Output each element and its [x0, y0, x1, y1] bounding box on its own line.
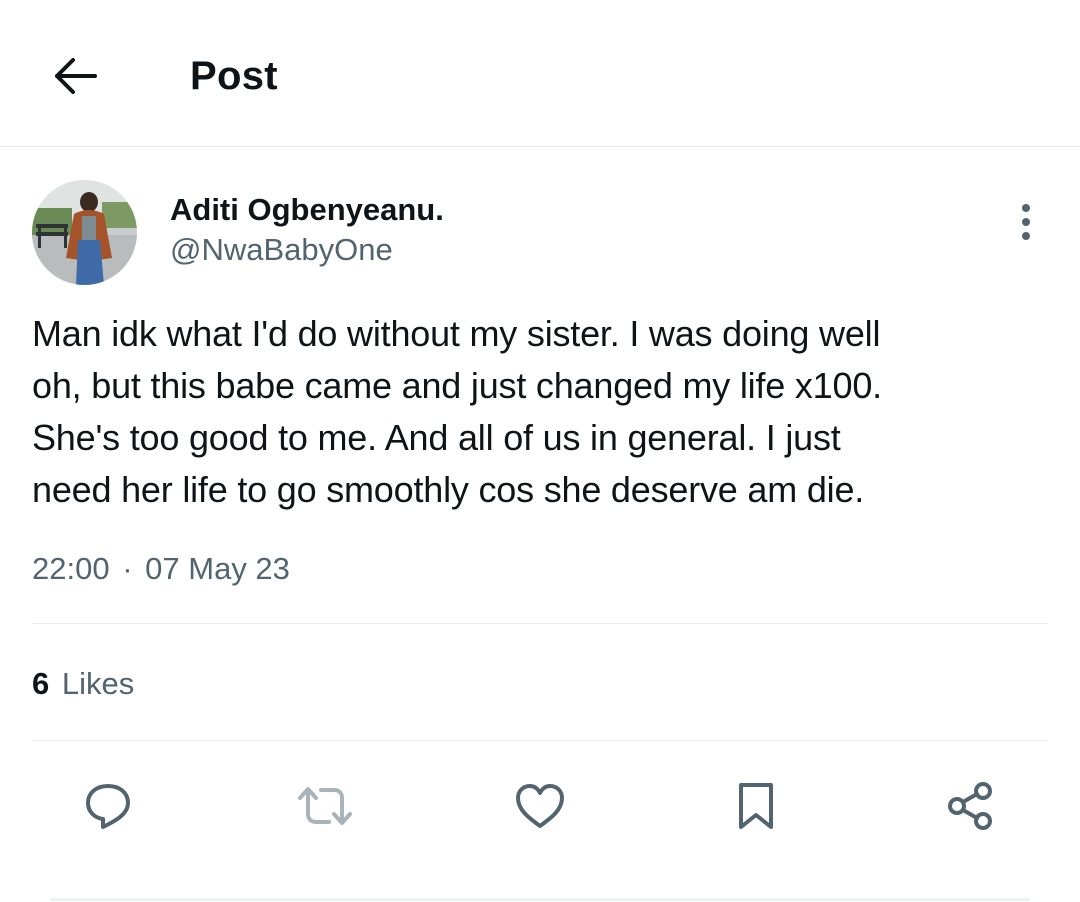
tweet-text-line: Man idk what I'd do without my sister. I…: [32, 313, 881, 354]
home-indicator: [50, 898, 1030, 901]
like-button[interactable]: [510, 776, 570, 836]
reply-icon: [86, 784, 130, 829]
retweet-icon: [298, 787, 352, 825]
likes-count: 6: [32, 666, 50, 701]
arrow-left-icon: [55, 58, 97, 94]
more-options-button[interactable]: [1006, 200, 1046, 244]
retweet-button[interactable]: [295, 776, 355, 836]
tweet-text-line: She's too good to me. And all of us in g…: [32, 417, 841, 458]
reply-button[interactable]: [78, 776, 138, 836]
divider: [32, 623, 1048, 624]
author-name[interactable]: Aditi Ogbenyeanu.: [170, 191, 444, 229]
tweet-text-line: oh, but this babe came and just changed …: [32, 365, 882, 406]
page-title: Post: [190, 54, 278, 98]
tweet-time: 22:00: [32, 551, 110, 586]
more-vertical-icon: [1022, 204, 1030, 240]
tweet-date: 07 May 23: [145, 551, 290, 586]
author-handle[interactable]: @NwaBabyOne: [170, 231, 393, 269]
bookmark-icon: [739, 783, 773, 829]
tweet-text-line: need her life to go smoothly cos she des…: [32, 469, 865, 510]
divider: [32, 740, 1048, 741]
tweet-text: Man idk what I'd do without my sister. I…: [32, 308, 1042, 516]
back-button[interactable]: [44, 46, 104, 106]
timestamp-separator: ·: [122, 551, 133, 586]
bookmark-button[interactable]: [726, 776, 786, 836]
likes-stat[interactable]: 6 Likes: [32, 664, 134, 704]
share-button[interactable]: [940, 776, 1000, 836]
share-icon: [948, 782, 992, 830]
avatar[interactable]: [32, 180, 137, 285]
like-heart-icon: [516, 784, 564, 828]
top-bar: Post: [0, 0, 1080, 147]
avatar-photo: [32, 180, 137, 285]
tweet-timestamp[interactable]: 22:00 · 07 May 23: [32, 549, 290, 589]
likes-label: Likes: [61, 666, 135, 701]
